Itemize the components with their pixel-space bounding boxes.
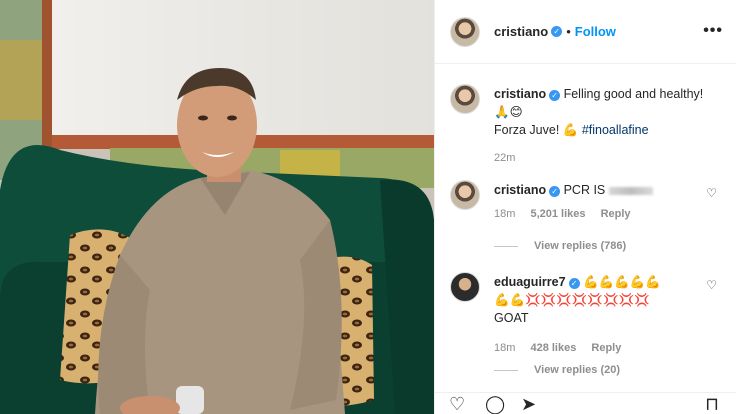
comment-body: eduaguirre7 ✓ 💪💪💪💪💪 💪💪💢💢💢💢💢💢💢💢 GOAT 18m 4… bbox=[494, 273, 704, 357]
heart-icon[interactable]: ♡ bbox=[449, 395, 465, 413]
comment-text-line3: GOAT bbox=[494, 311, 529, 325]
comment-likes[interactable]: 5,201 likes bbox=[530, 208, 585, 220]
comment-like-heart-icon[interactable]: ♡ bbox=[706, 278, 717, 292]
caption-author[interactable]: cristiano bbox=[494, 87, 546, 101]
verified-badge-icon: ✓ bbox=[568, 278, 580, 289]
post-image bbox=[0, 0, 434, 414]
post-details-panel: cristiano ✓ • Follow ••• cristiano ✓ Fell… bbox=[434, 0, 736, 414]
comments-list[interactable]: cristiano ✓ Felling good and healthy! 🙏😊 … bbox=[435, 64, 736, 398]
follow-button[interactable]: Follow bbox=[575, 24, 616, 39]
comment-time: 18m bbox=[494, 342, 516, 354]
comment-avatar[interactable] bbox=[450, 272, 480, 302]
hashtag-link[interactable]: #finoallafine bbox=[582, 123, 649, 137]
comment-like-heart-icon[interactable]: ♡ bbox=[706, 186, 717, 200]
view-replies-link[interactable]: View replies (786) bbox=[494, 240, 626, 252]
comment-text: PCR IS bbox=[563, 183, 606, 197]
post-header: cristiano ✓ • Follow ••• bbox=[435, 0, 736, 64]
caption-emoji-line: 🙏😊 bbox=[494, 105, 523, 119]
verified-badge-icon: ✓ bbox=[549, 186, 561, 197]
comment-text-line1: 💪💪💪💪💪 bbox=[583, 275, 661, 289]
verified-badge-icon: ✓ bbox=[551, 26, 563, 37]
blurred-text bbox=[608, 186, 653, 195]
bookmark-icon[interactable]: ⊓ bbox=[705, 395, 719, 413]
comment-time: 18m bbox=[494, 208, 516, 220]
caption-time: 22m bbox=[494, 152, 516, 164]
separator-dot: • bbox=[566, 24, 571, 39]
view-replies-link[interactable]: View replies (20) bbox=[494, 364, 620, 376]
post-actions-bar: ♡ ◯ ➤ ⊓ bbox=[435, 392, 736, 414]
comment-icon[interactable]: ◯ bbox=[485, 395, 505, 413]
comment-likes[interactable]: 428 likes bbox=[530, 342, 576, 354]
caption-text-line1: Felling good and healthy! bbox=[563, 87, 704, 101]
reply-button[interactable]: Reply bbox=[601, 208, 631, 220]
reply-button[interactable]: Reply bbox=[591, 342, 621, 354]
verified-badge-icon: ✓ bbox=[549, 90, 561, 101]
caption-body: cristiano ✓ Felling good and healthy! 🙏😊 … bbox=[494, 85, 704, 167]
comment-text-line2: 💪💪💢💢💢💢💢💢💢💢 bbox=[494, 293, 650, 307]
caption-text-line3: Forza Juve! 💪 bbox=[494, 123, 579, 137]
caption-author-avatar[interactable] bbox=[450, 84, 480, 114]
author-avatar[interactable] bbox=[450, 16, 480, 47]
author-username[interactable]: cristiano bbox=[494, 24, 548, 39]
more-options-icon[interactable]: ••• bbox=[703, 22, 723, 40]
post-photo[interactable] bbox=[0, 0, 434, 414]
comment-body: cristiano ✓ PCR IS 18m 5,201 likes Reply bbox=[494, 181, 704, 223]
share-icon[interactable]: ➤ bbox=[521, 395, 536, 413]
comment-author[interactable]: cristiano bbox=[494, 183, 546, 197]
comment-author[interactable]: eduaguirre7 bbox=[494, 275, 566, 289]
comment-avatar[interactable] bbox=[450, 180, 480, 210]
